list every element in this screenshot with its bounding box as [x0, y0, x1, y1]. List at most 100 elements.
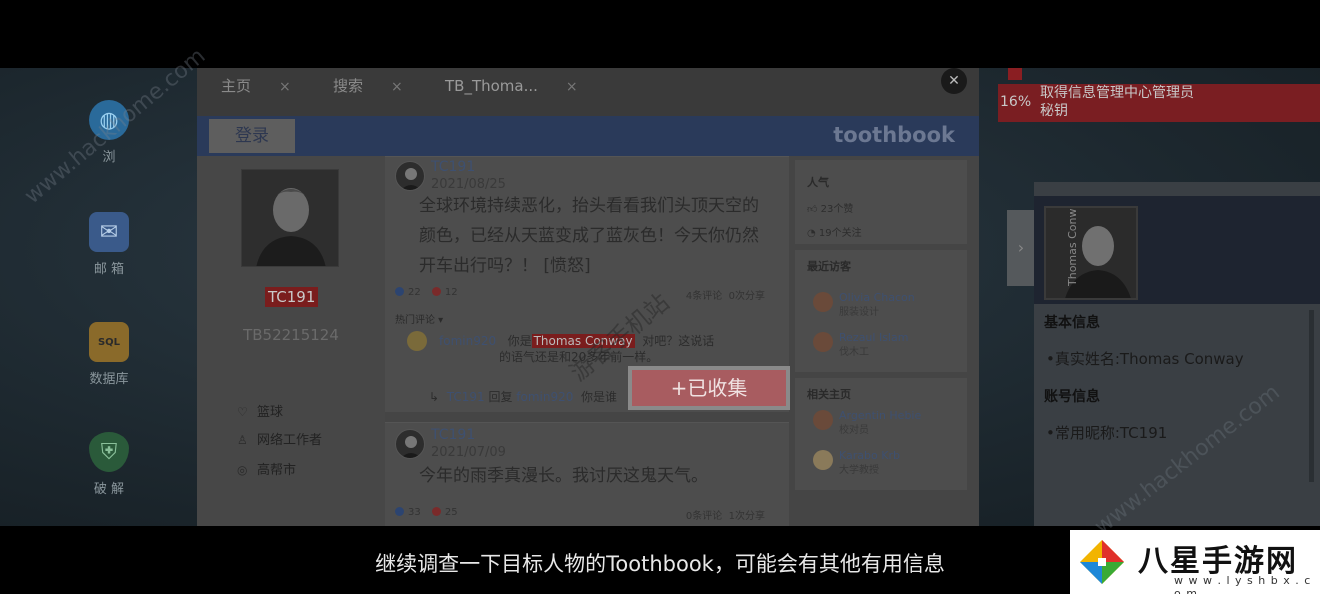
visitors-title: 最近访客	[807, 260, 851, 273]
collected-button[interactable]: +已收集	[628, 366, 790, 410]
comment-avatar	[407, 331, 427, 351]
desktop-icon-label: 邮 箱	[93, 262, 125, 277]
quest-text-line: 取得信息管理中心管理员	[1040, 85, 1194, 101]
panel-toggle-arrow[interactable]: ›	[1007, 210, 1035, 286]
related-title: 相关主页	[807, 388, 851, 401]
panel-scrollbar[interactable]	[1309, 310, 1314, 482]
rss-icon: ◔	[807, 228, 816, 239]
like-icon[interactable]	[395, 287, 404, 296]
profile-tb-id: TB52215124	[243, 326, 339, 344]
post-card: TC191 2021/07/09 今年的雨季真漫长。我讨厌这鬼天气。 33 25…	[385, 422, 789, 526]
logo-mark-icon	[1080, 540, 1124, 584]
quest-percent: 16%	[1000, 94, 1032, 110]
profile-hobby: ♡ 篮球	[237, 401, 283, 420]
real-name-item: •真实姓名:Thomas Conway	[1046, 350, 1244, 368]
avatar	[813, 332, 833, 352]
basic-info-title: 基本信息	[1044, 315, 1100, 331]
visitor-title: 服装设计	[839, 307, 879, 318]
post-author[interactable]: TC191	[431, 427, 475, 443]
reply-text: 你是谁	[581, 390, 618, 404]
comment-user[interactable]: fomin920	[439, 334, 496, 348]
popularity-card: 人气 👍︎ 23个赞 ◔ 19个关注	[795, 160, 967, 244]
heart-count: 25	[444, 507, 458, 518]
reply-target[interactable]: fomin920	[516, 390, 573, 404]
tab-close-icon[interactable]: ×	[391, 79, 403, 95]
popularity-title: 人气	[807, 176, 829, 189]
profile-column: TC191 TB52215124 ♡ 篮球 ♙ 网络工作者 ◎ 高帮市	[197, 156, 385, 526]
profile-hobby-text: 篮球	[257, 405, 284, 420]
tab-profile[interactable]: TB_Thoma... ×	[445, 70, 578, 102]
share-count[interactable]: 0次分享	[729, 291, 765, 302]
visitor-title: 伐木工	[839, 347, 869, 358]
heart-icon[interactable]	[431, 507, 441, 516]
tab-search[interactable]: 搜索 ×	[333, 70, 403, 102]
comment-count[interactable]: 0条评论	[686, 511, 722, 522]
related-title-text: 校对员	[839, 425, 869, 436]
browser-window: 主页 × 搜索 × TB_Thoma... × ✕ 登录 toothbook TC19…	[197, 68, 979, 526]
likes-text: 23个赞	[820, 204, 854, 215]
tie-icon: ♙	[237, 433, 248, 447]
post-author[interactable]: TC191	[431, 159, 475, 175]
post-stats: 33 25 0条评论 1次分享	[395, 507, 775, 522]
profile-sidebar: 人气 👍︎ 23个赞 ◔ 19个关注 最近访客 Olivia Chacon 服装…	[795, 156, 967, 526]
target-photo-strip: Thomas Conway	[1034, 196, 1320, 304]
tab-label: 主页	[221, 77, 252, 95]
post-text: 今年的雨季真漫长。我讨厌这鬼天气。	[419, 466, 708, 486]
profile-avatar	[241, 169, 339, 267]
profile-location: ◎ 高帮市	[237, 459, 296, 478]
comment-text: 对吧？这说话	[642, 334, 715, 348]
profile-job: ♙ 网络工作者	[237, 429, 322, 448]
avatar	[813, 450, 833, 470]
likes-row: 👍︎ 23个赞	[807, 200, 853, 215]
target-photo: Thomas Conway	[1044, 206, 1138, 300]
toothbook-header: 登录 toothbook	[197, 116, 979, 156]
post-text: 全球环境持续恶化，抬头看看我们头顶天空的颜色，已经从天蓝变成了蓝灰色！今天你仍然…	[419, 196, 759, 276]
mail-icon: ✉	[89, 212, 129, 252]
close-icon[interactable]: ✕	[941, 68, 967, 94]
like-count: 33	[408, 507, 421, 518]
quest-text: 取得信息管理中心管理员 秘钥	[1040, 84, 1194, 120]
desktop-icon-label: 破 解	[93, 482, 125, 497]
tab-close-icon[interactable]: ×	[279, 79, 291, 95]
account-info-title: 账号信息	[1044, 389, 1100, 405]
post-avatar	[395, 161, 425, 191]
brand-logo: toothbook	[833, 123, 955, 147]
comment-text: 你是	[507, 334, 532, 348]
collected-button-label: +已收集	[632, 370, 786, 406]
follows-text: 19个关注	[818, 228, 862, 239]
related-card: 相关主页 Argentin Hebie 校对员 Karabo Krb 大学教授	[795, 378, 967, 490]
tab-label: TB_Thoma...	[445, 77, 538, 95]
tab-close-icon[interactable]: ×	[566, 79, 578, 95]
like-icon[interactable]	[395, 507, 404, 516]
post-date: 2021/08/25	[431, 177, 506, 192]
avatar	[813, 292, 833, 312]
reply-user[interactable]: TC191	[447, 390, 485, 404]
desktop-icon-label: 数据库	[89, 372, 129, 387]
quest-text-line: 秘钥	[1040, 103, 1068, 119]
login-button[interactable]: 登录	[209, 119, 295, 153]
hot-comments-label[interactable]: 热门评论 ▾	[395, 311, 443, 326]
post-date: 2021/07/09	[431, 445, 506, 460]
flag-icon	[1008, 68, 1022, 80]
desktop-icon-crack[interactable]: ⛨ 破 解	[74, 432, 144, 497]
share-count[interactable]: 1次分享	[729, 511, 765, 522]
reply-icon: ↳	[429, 390, 440, 404]
location-icon: ◎	[237, 463, 248, 477]
desktop-icon-database[interactable]: SQL 数据库	[74, 322, 144, 387]
tab-home[interactable]: 主页 ×	[221, 70, 291, 102]
target-photo-name: Thomas Conway	[1066, 206, 1079, 286]
follows-row: ◔ 19个关注	[807, 224, 862, 239]
visitors-card: 最近访客 Olivia Chacon 服装设计 Rezaul Islam 伐木工	[795, 250, 967, 372]
profile-nickname: TC191	[265, 287, 319, 307]
quest-tracker: 16% 取得信息管理中心管理员 秘钥	[998, 68, 1320, 122]
logo-url: w w w . l y s h b x . c o m	[1174, 574, 1312, 594]
avatar	[813, 410, 833, 430]
comment-count[interactable]: 4条评论	[686, 291, 722, 302]
tab-label: 搜索	[333, 77, 364, 95]
heart-icon[interactable]	[431, 287, 441, 296]
heart-icon: ♡	[237, 405, 248, 419]
profile-job-text: 网络工作者	[257, 433, 323, 448]
reply-verb: 回复	[488, 390, 513, 404]
desktop-icon-mail[interactable]: ✉ 邮 箱	[74, 212, 144, 277]
nickname-item: •常用昵称:TC191	[1046, 424, 1168, 442]
